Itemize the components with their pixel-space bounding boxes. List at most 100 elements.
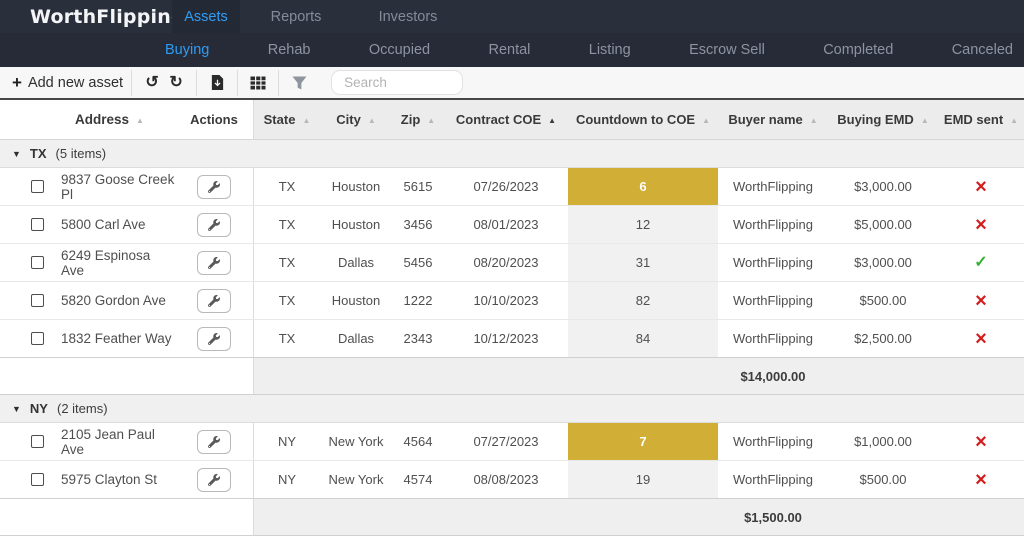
column-header-address[interactable]: Address ▲ [44, 100, 175, 140]
table-row[interactable]: 1832 Feather Way TX Dallas 2343 10/12/20… [0, 320, 1024, 358]
row-actions-button[interactable] [197, 251, 231, 275]
filter-button[interactable] [287, 71, 311, 95]
city-cell: New York [320, 461, 392, 498]
contract-coe-cell: 08/01/2023 [444, 206, 568, 243]
row-checkbox[interactable] [31, 294, 44, 307]
buying-emd-cell: $500.00 [828, 282, 938, 319]
buyer-name-cell: WorthFlipping [718, 320, 828, 357]
row-actions-button[interactable] [197, 468, 231, 492]
zip-cell: 3456 [392, 206, 444, 243]
total-row-spacer [254, 499, 718, 535]
state-cell: NY [253, 461, 320, 498]
undo-button[interactable]: ↺ [140, 71, 164, 95]
row-select-cell [0, 461, 44, 498]
group-label: TX [30, 146, 47, 161]
state-cell: TX [253, 168, 320, 205]
countdown-value: 6 [568, 168, 718, 205]
column-label: Countdown to COE [576, 112, 695, 127]
subnav-tab-canceled[interactable]: Canceled [952, 42, 1013, 58]
countdown-value: 19 [568, 461, 718, 498]
emd-status-icon: × [975, 432, 987, 452]
subnav-tab-escrow-sell[interactable]: Escrow Sell [689, 42, 765, 58]
emd-sent-cell: × [938, 282, 1024, 319]
group-header-row[interactable]: ▼ NY (2 items) [0, 395, 1024, 423]
column-header-state[interactable]: State ▲ [253, 100, 320, 140]
sort-arrow-icon: ▲ [368, 115, 376, 125]
row-select-cell [0, 423, 44, 460]
emd-status-icon: × [975, 177, 987, 197]
subnav-tab-occupied[interactable]: Occupied [369, 42, 430, 58]
contract-coe-cell: 10/10/2023 [444, 282, 568, 319]
nav-tab-reports[interactable]: Reports [240, 0, 352, 33]
grid-view-button[interactable] [246, 71, 270, 95]
row-actions-button[interactable] [197, 213, 231, 237]
subnav-tab-rental[interactable]: Rental [488, 42, 530, 58]
row-actions-button[interactable] [197, 175, 231, 199]
table-header-row: Address ▲ Actions State ▲ City ▲ Zip ▲ C… [0, 100, 1024, 140]
nav-tab-assets[interactable]: Assets [172, 0, 240, 33]
column-header-zip[interactable]: Zip ▲ [392, 100, 444, 140]
subnav-tab-buying[interactable]: Buying [165, 42, 209, 58]
row-actions-button[interactable] [197, 430, 231, 454]
collapse-group-icon[interactable]: ▼ [12, 404, 21, 414]
buying-emd-cell: $3,000.00 [828, 244, 938, 281]
add-new-asset-button[interactable]: + Add new asset [12, 73, 123, 93]
countdown-cell: 82 [568, 282, 718, 319]
redo-button[interactable]: ↻ [164, 71, 188, 95]
row-actions-button[interactable] [197, 289, 231, 313]
search-input[interactable] [331, 70, 463, 95]
column-label: Address [75, 112, 129, 127]
column-header-emd-sent[interactable]: EMD sent ▲ [938, 100, 1024, 140]
wrench-icon [208, 219, 220, 231]
row-checkbox[interactable] [31, 180, 44, 193]
row-checkbox[interactable] [31, 473, 44, 486]
contract-coe-cell: 07/26/2023 [444, 168, 568, 205]
state-cell: TX [253, 244, 320, 281]
table-row[interactable]: 5800 Carl Ave TX Houston 3456 08/01/2023… [0, 206, 1024, 244]
countdown-value: 12 [568, 206, 718, 243]
collapse-group-icon[interactable]: ▼ [12, 149, 21, 159]
zip-cell: 5456 [392, 244, 444, 281]
column-header-buying-emd[interactable]: Buying EMD ▲ [828, 100, 938, 140]
column-header-city[interactable]: City ▲ [320, 100, 392, 140]
zip-cell: 2343 [392, 320, 444, 357]
table-row[interactable]: 9837 Goose Creek Pl TX Houston 5615 07/2… [0, 168, 1024, 206]
group-item-count: (2 items) [57, 401, 108, 416]
group-header-row[interactable]: ▼ TX (5 items) [0, 140, 1024, 168]
city-cell: Houston [320, 206, 392, 243]
row-actions-button[interactable] [197, 327, 231, 351]
sort-arrow-icon-active: ▲ [548, 115, 556, 125]
column-header-buyer-name[interactable]: Buyer name ▲ [718, 100, 828, 140]
table-row[interactable]: 6249 Espinosa Ave TX Dallas 5456 08/20/2… [0, 244, 1024, 282]
toolbar-separator [131, 70, 132, 96]
countdown-value: 31 [568, 244, 718, 281]
zip-cell: 1222 [392, 282, 444, 319]
export-button[interactable] [205, 71, 229, 95]
emd-sent-cell: × [938, 320, 1024, 357]
sort-arrow-icon: ▲ [702, 115, 710, 125]
nav-tab-investors[interactable]: Investors [352, 0, 464, 33]
contract-coe-cell: 08/20/2023 [444, 244, 568, 281]
row-checkbox[interactable] [31, 218, 44, 231]
column-label: EMD sent [944, 112, 1003, 127]
row-checkbox[interactable] [31, 332, 44, 345]
grid-view-icon [250, 76, 266, 90]
wrench-icon [208, 295, 220, 307]
row-checkbox[interactable] [31, 256, 44, 269]
toolbar-separator [237, 70, 238, 96]
subnav-tab-completed[interactable]: Completed [823, 42, 893, 58]
emd-sent-cell: × [938, 206, 1024, 243]
asset-stage-navigation: Buying Rehab Occupied Rental Listing Esc… [0, 33, 1024, 67]
column-header-countdown-to-coe[interactable]: Countdown to COE ▲ [568, 100, 718, 140]
row-checkbox[interactable] [31, 435, 44, 448]
buying-emd-cell: $3,000.00 [828, 168, 938, 205]
countdown-value: 84 [568, 320, 718, 357]
column-header-contract-coe[interactable]: Contract COE ▲ [444, 100, 568, 140]
buyer-name-cell: WorthFlipping [718, 206, 828, 243]
table-row[interactable]: 5820 Gordon Ave TX Houston 1222 10/10/20… [0, 282, 1024, 320]
subnav-tab-listing[interactable]: Listing [589, 42, 631, 58]
subnav-tab-rehab[interactable]: Rehab [268, 42, 311, 58]
countdown-cell: 31 [568, 244, 718, 281]
table-row[interactable]: 2105 Jean Paul Ave NY New York 4564 07/2… [0, 423, 1024, 461]
table-row[interactable]: 5975 Clayton St NY New York 4574 08/08/2… [0, 461, 1024, 499]
